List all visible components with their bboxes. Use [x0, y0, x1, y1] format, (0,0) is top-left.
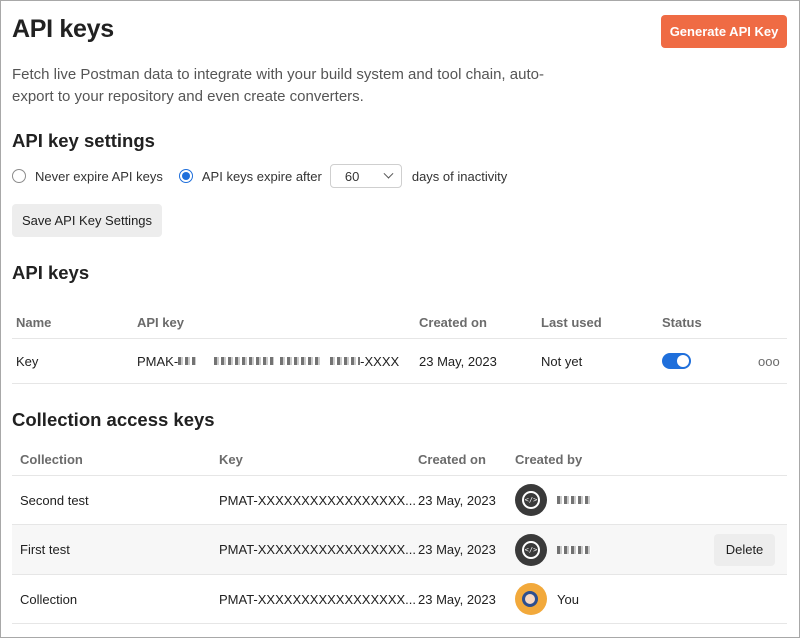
collection-name: First test: [20, 542, 70, 557]
column-header-created-by: Created by: [515, 451, 583, 467]
delete-cell: Delete: [714, 525, 775, 574]
created-by: </>: [515, 476, 591, 524]
collection-key-value: PMAT-XXXXXXXXXXXXXXXXX...: [219, 591, 416, 607]
created-by-name: You: [557, 591, 579, 607]
api-keys-table: Name API key Created on Last used Status…: [12, 307, 787, 384]
collection-access-keys-title: Collection access keys: [12, 409, 215, 430]
api-key-value: PMAK- -XXXX: [137, 339, 399, 383]
key-last-used: Not yet: [541, 353, 583, 369]
postman-dev-avatar-icon: </>: [515, 533, 547, 566]
days-select-value: 60: [344, 168, 360, 184]
table-row[interactable]: First test PMAT-XXXXXXXXXXXXXXXXX... 23 …: [12, 525, 787, 575]
more-options-button[interactable]: ooo: [758, 339, 780, 383]
redacted-key-part: [280, 357, 321, 365]
never-expire-label[interactable]: Never expire API keys: [35, 169, 163, 184]
delete-button[interactable]: Delete: [714, 533, 775, 566]
expire-after-radio[interactable]: [178, 169, 193, 183]
more-options-icon: ooo: [758, 353, 780, 369]
page-description: Fetch live Postman data to integrate wit…: [12, 66, 544, 105]
redacted-key-part: [214, 357, 275, 365]
redacted-user-name: [557, 545, 591, 554]
created-by: You: [515, 575, 579, 623]
save-api-key-settings-button[interactable]: Save API Key Settings: [12, 204, 162, 237]
column-header-api-key: API key: [137, 315, 184, 330]
column-header-created-on: Created on: [419, 315, 487, 330]
api-key-suffix: -XXXX: [360, 353, 400, 369]
collection-key-created-on: 23 May, 2023: [418, 591, 496, 607]
table-row: Key PMAK- -XXXX 23 May, 2023 Not yet ooo: [12, 339, 787, 384]
collection-key-value: PMAT-XXXXXXXXXXXXXXXXX...: [219, 492, 416, 508]
postman-dev-avatar-icon: </>: [515, 484, 547, 516]
column-header-last-used: Last used: [541, 315, 602, 330]
chevron-down-icon: [383, 168, 394, 179]
key-created-on: 23 May, 2023: [419, 353, 497, 369]
key-name: Key: [16, 353, 39, 369]
column-header-status: Status: [662, 315, 702, 330]
api-key-prefix: PMAK-: [137, 353, 179, 369]
collection-name: Collection: [20, 591, 78, 607]
column-header-collection: Collection: [20, 451, 83, 467]
table-header-row: Name API key Created on Last used Status: [12, 307, 787, 339]
api-keys-page: API keys Generate API Key Fetch live Pos…: [0, 0, 800, 638]
expiry-options: Never expire API keys API keys expire af…: [12, 164, 507, 188]
table-header-row: Collection Key Created on Created by: [12, 443, 787, 476]
table-row[interactable]: Collection PMAT-XXXXXXXXXXXXXXXXX... 23 …: [12, 575, 787, 624]
generate-api-key-button[interactable]: Generate API Key: [661, 15, 787, 48]
user-avatar-icon: [515, 583, 547, 615]
column-header-key: Key: [219, 451, 243, 467]
api-key-settings-title: API key settings: [12, 130, 155, 151]
never-expire-radio[interactable]: [12, 169, 26, 183]
expire-after-label[interactable]: API keys expire after: [202, 169, 322, 184]
redacted-key-part: [330, 357, 361, 365]
column-header-created-on: Created on: [418, 451, 486, 467]
redacted-key-part: [178, 357, 197, 365]
days-suffix-label: days of inactivity: [411, 168, 508, 184]
status-toggle[interactable]: [662, 353, 691, 369]
collection-key-created-on: 23 May, 2023: [418, 492, 496, 508]
column-header-name: Name: [16, 315, 52, 330]
collection-key-created-on: 23 May, 2023: [418, 542, 496, 557]
redacted-user-name: [557, 496, 591, 504]
days-select[interactable]: 60: [329, 164, 402, 188]
collection-keys-table: Collection Key Created on Created by Sec…: [12, 443, 787, 624]
created-by: </>: [515, 525, 591, 574]
collection-key-value: PMAT-XXXXXXXXXXXXXXXXX...: [219, 542, 416, 557]
page-title: API keys: [12, 15, 114, 43]
table-row[interactable]: Second test PMAT-XXXXXXXXXXXXXXXXX... 23…: [12, 476, 787, 525]
collection-name: Second test: [20, 492, 89, 508]
api-keys-section-title: API keys: [12, 262, 90, 283]
status-toggle-cell: [662, 339, 691, 383]
